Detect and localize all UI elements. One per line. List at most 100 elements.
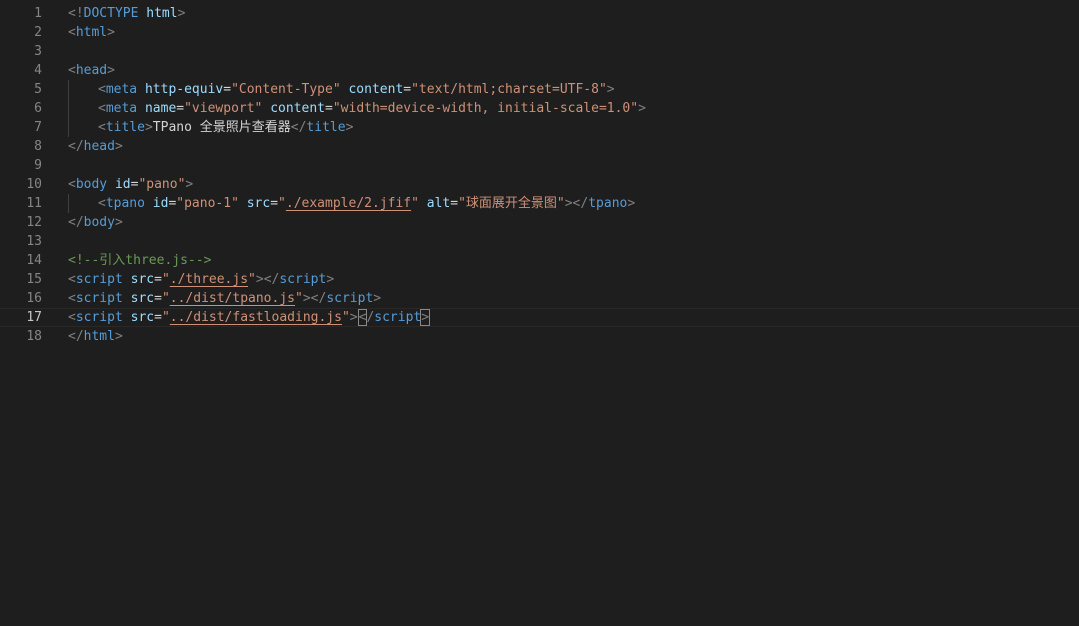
code-token: = xyxy=(403,82,412,97)
line-number: 4 xyxy=(34,63,42,78)
code-line[interactable]: 3 xyxy=(0,42,1079,61)
code-line[interactable]: 4 <head> xyxy=(0,61,1079,80)
code-editor[interactable]: 1 <!DOCTYPE html> 2 <html> 3 4 <head> 5 <meta ht… xyxy=(0,0,1079,626)
code-text: <meta name="viewport" content="width=dev… xyxy=(98,99,646,118)
code-token: " xyxy=(161,272,170,287)
code-token: " xyxy=(161,291,170,306)
code-token: < xyxy=(68,177,76,192)
code-token: > xyxy=(373,291,382,306)
code-token: "text/html;charset=UTF-8" xyxy=(411,82,607,97)
code-token: "球面展开全景图" xyxy=(458,196,565,211)
code-token: > xyxy=(114,329,123,344)
code-line[interactable]: 12 </body> xyxy=(0,213,1079,232)
code-token: title xyxy=(105,120,145,135)
code-token: > xyxy=(144,120,153,135)
code-text: <head> xyxy=(68,61,115,80)
code-token: ></ xyxy=(564,196,589,211)
code-line[interactable]: 6 <meta name="viewport" content="width=de… xyxy=(0,99,1079,118)
code-line[interactable]: 2 <html> xyxy=(0,23,1079,42)
code-text: <!DOCTYPE html> xyxy=(68,4,185,23)
code-token: content xyxy=(270,101,326,116)
line-number: 3 xyxy=(34,44,42,59)
code-line[interactable]: 15 <script src="./three.js"></script> xyxy=(0,270,1079,289)
code-token: " xyxy=(278,196,286,211)
code-token: title xyxy=(306,120,346,135)
code-line[interactable]: 10 <body id="pano"> xyxy=(0,175,1079,194)
code-token: </ xyxy=(290,120,307,135)
code-token: "width=device-width, initial-scale=1.0" xyxy=(332,101,639,116)
code-token: > xyxy=(627,196,636,211)
code-token: body xyxy=(75,177,108,192)
line-number: 18 xyxy=(26,329,42,344)
line-number: 5 xyxy=(34,82,42,97)
code-text: </body> xyxy=(68,213,123,232)
code-line[interactable]: 17 <script src="../dist/fastloading.js"><… xyxy=(0,308,1079,327)
code-token: > xyxy=(107,25,115,40)
code-token: = xyxy=(154,291,162,306)
code-token: > xyxy=(326,272,335,287)
code-token: head xyxy=(83,139,115,154)
code-token: meta xyxy=(105,82,138,97)
line-number: 1 xyxy=(34,6,42,21)
code-line[interactable]: 13 xyxy=(0,232,1079,251)
code-line[interactable]: 16 <script src="../dist/tpano.js"></scrip… xyxy=(0,289,1079,308)
code-token: script xyxy=(75,272,123,287)
path-link[interactable]: ./example/2.jfif xyxy=(286,196,411,211)
code-token: = xyxy=(223,82,232,97)
path-link[interactable]: ../dist/tpano.js xyxy=(170,291,295,306)
path-link[interactable]: ./three.js xyxy=(170,272,248,287)
code-text: <script src="./three.js"></script> xyxy=(68,270,334,289)
code-token: = xyxy=(154,272,162,287)
code-token: < xyxy=(68,63,76,78)
code-token: id xyxy=(152,196,169,211)
path-link[interactable]: ../dist/fastloading.js xyxy=(170,310,342,325)
code-token: html xyxy=(146,6,178,21)
code-token: <!--引入three.js--> xyxy=(68,253,212,268)
code-token: > xyxy=(114,215,123,230)
code-line[interactable]: 5 <meta http-equiv="Content-Type" content… xyxy=(0,80,1079,99)
code-line[interactable]: 11 <tpano id="pano-1" src="./example/2.jf… xyxy=(0,194,1079,213)
line-number: 11 xyxy=(26,196,42,211)
code-token: </ xyxy=(68,329,84,344)
code-token: < xyxy=(68,25,76,40)
code-token: > xyxy=(177,6,186,21)
code-text: <meta http-equiv="Content-Type" content=… xyxy=(98,80,615,99)
code-token: < xyxy=(68,291,76,306)
code-token: tpano xyxy=(588,196,628,211)
code-token: ></ xyxy=(255,272,280,287)
code-token: script xyxy=(279,272,327,287)
code-text: </html> xyxy=(68,327,123,346)
code-line[interactable]: 14 <!--引入three.js--> xyxy=(0,251,1079,270)
code-token: script xyxy=(75,310,123,325)
line-number: 15 xyxy=(26,272,42,287)
code-token: = xyxy=(176,101,185,116)
code-token: src xyxy=(130,310,155,325)
code-text: </head> xyxy=(68,137,123,156)
code-token: DOCTYPE xyxy=(83,6,139,21)
code-token: ></ xyxy=(302,291,327,306)
code-line[interactable]: 8 </head> xyxy=(0,137,1079,156)
code-token: " xyxy=(248,272,256,287)
code-text: <html> xyxy=(68,23,115,42)
code-token: " xyxy=(341,310,350,325)
code-line[interactable]: 7 <title>TPano 全景照片查看器</title> xyxy=(0,118,1079,137)
code-token: src xyxy=(246,196,271,211)
code-line[interactable]: 18 </html> xyxy=(0,327,1079,346)
line-number: 17 xyxy=(26,310,42,325)
line-number: 14 xyxy=(26,253,42,268)
code-line[interactable]: 9 xyxy=(0,156,1079,175)
code-token: " xyxy=(411,196,419,211)
code-token: "Content-Type" xyxy=(231,82,341,97)
code-token: script xyxy=(326,291,374,306)
line-number: 16 xyxy=(26,291,42,306)
code-line[interactable]: 1 <!DOCTYPE html> xyxy=(0,4,1079,23)
indent-guide xyxy=(68,194,69,213)
indent-guide xyxy=(68,118,69,137)
code-token: < xyxy=(98,196,106,211)
